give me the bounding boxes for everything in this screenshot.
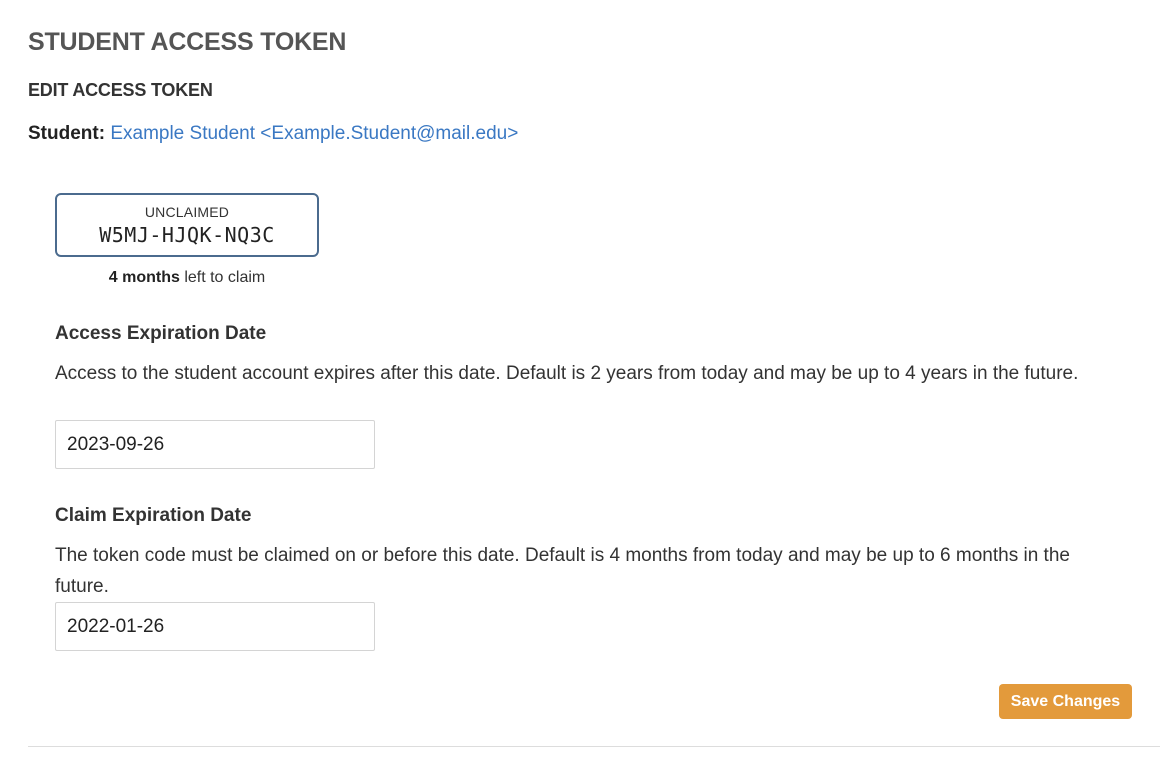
claim-time-left-suffix: left to claim	[179, 269, 266, 286]
student-label: Student:	[28, 123, 106, 144]
token-card: UNCLAIMED W5MJ-HJQK-NQ3C	[55, 193, 319, 257]
student-link[interactable]: Example Student <Example.Student@mail.ed…	[110, 123, 518, 144]
divider	[28, 746, 1160, 747]
access-expiration-heading: Access Expiration Date	[55, 323, 267, 344]
save-changes-button[interactable]: Save Changes	[999, 684, 1132, 719]
section-title: EDIT ACCESS TOKEN	[28, 80, 213, 100]
access-expiration-help: Access to the student account expires af…	[55, 363, 1079, 384]
token-status: UNCLAIMED	[144, 204, 230, 220]
claim-time-left-value: 4 months	[108, 269, 180, 286]
token-code: W5MJ-HJQK-NQ3C	[99, 223, 275, 247]
student-info: Student: Example Student <Example.Studen…	[28, 122, 518, 146]
access-expiration-input[interactable]	[55, 420, 375, 469]
claim-expiration-heading: Claim Expiration Date	[55, 505, 252, 526]
claim-expiration-help: The token code must be claimed on or bef…	[55, 545, 1070, 597]
claim-time-left: 4 months left to claim	[55, 269, 319, 287]
claim-expiration-input[interactable]	[55, 602, 375, 651]
page-title: STUDENT ACCESS TOKEN	[28, 28, 347, 56]
